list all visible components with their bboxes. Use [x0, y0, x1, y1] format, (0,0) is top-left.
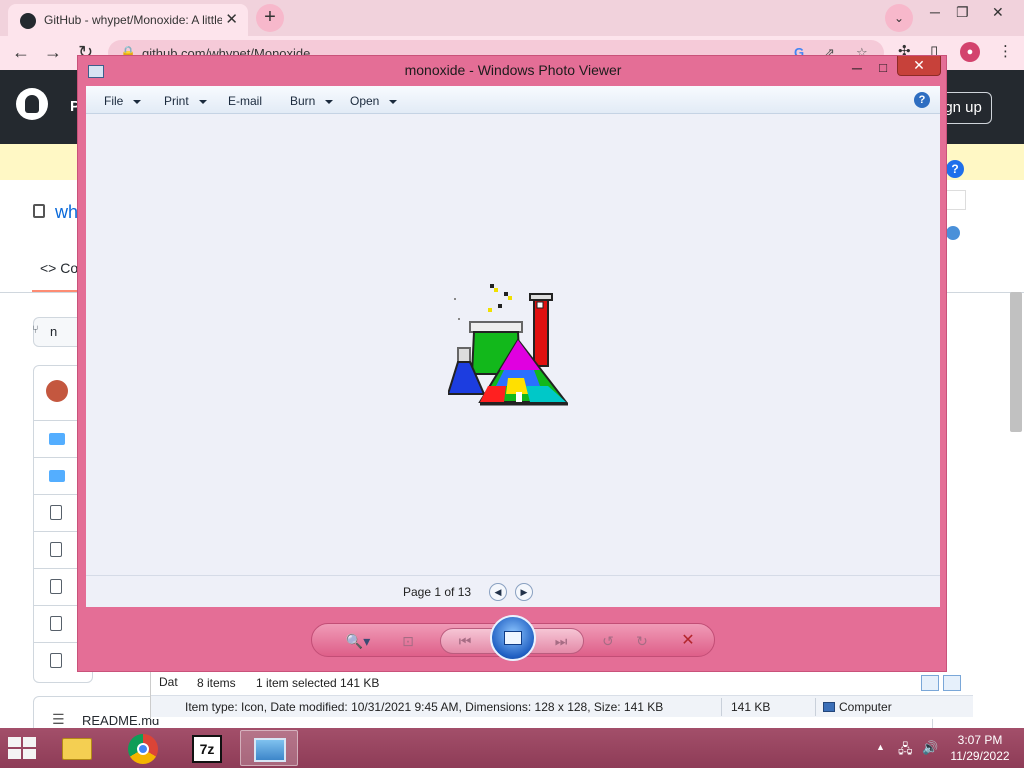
menu-open[interactable]: Open: [350, 94, 398, 108]
taskbar-file-explorer[interactable]: [48, 730, 106, 766]
menu-file[interactable]: File: [104, 94, 142, 108]
photo-viewer-window: monoxide - Windows Photo Viewer ─ □ ✕ Fi…: [77, 55, 947, 672]
selection-info: 1 item selected 141 KB: [256, 676, 380, 690]
tab-search-button[interactable]: ⌄: [885, 4, 913, 32]
clock-time[interactable]: 3:07 PM: [944, 733, 1016, 747]
details-view-button[interactable]: [921, 675, 939, 691]
menu-print[interactable]: Print: [164, 94, 207, 108]
delete-icon[interactable]: ✕: [676, 631, 700, 651]
avatar[interactable]: [46, 380, 68, 402]
next-page-button[interactable]: ▶: [515, 583, 533, 601]
windows-logo-icon: [8, 737, 21, 747]
show-hidden-icons-button[interactable]: ▲: [876, 742, 885, 752]
repo-owner-link[interactable]: wh: [55, 202, 78, 223]
chrome-tab-github[interactable]: GitHub - whypet/Monoxide: A little ✕: [8, 4, 248, 36]
close-button[interactable]: ✕: [897, 56, 941, 76]
globe-icon: [946, 226, 960, 240]
repo-icon: [33, 204, 45, 218]
menu-burn[interactable]: Burn: [290, 94, 334, 108]
file-icon: [50, 505, 62, 520]
list-icon[interactable]: ☰: [52, 711, 65, 728]
taskbar-7zip[interactable]: 7z: [178, 730, 236, 766]
desktop-screen: GitHub - whypet/Monoxide: A little ✕ + ⌄…: [0, 0, 1024, 768]
branch-icon: ⑂: [32, 324, 39, 336]
file-icon: [50, 579, 62, 594]
chrome-menu-button[interactable]: ⋮: [998, 42, 1013, 60]
7zip-icon: 7z: [192, 735, 222, 763]
items-count: 8 items: [197, 676, 236, 690]
window-title: monoxide - Windows Photo Viewer: [404, 62, 622, 78]
explorer-status-bar: Dat 8 items 1 item selected 141 KB Item …: [150, 671, 973, 719]
tab-close-icon[interactable]: ✕: [225, 10, 238, 28]
folder-icon: [49, 470, 65, 482]
maximize-button[interactable]: □: [874, 60, 892, 76]
folder-icon: [49, 433, 65, 445]
clock-date[interactable]: 11/29/2022: [944, 749, 1016, 763]
page-scrollbar[interactable]: [1010, 292, 1022, 432]
profile-avatar-icon[interactable]: ●: [960, 42, 980, 62]
chrome-tab-strip: GitHub - whypet/Monoxide: A little ✕ + ⌄…: [0, 0, 1024, 36]
taskbar: 7z ▲ 🖧 🔊 3:07 PM 11/29/2022: [0, 728, 1024, 768]
computer-icon: [823, 702, 835, 712]
help-icon[interactable]: ?: [914, 92, 930, 108]
item-details: Item type: Icon, Date modified: 10/31/20…: [185, 700, 664, 714]
branch-label: n: [50, 324, 58, 339]
chrome-icon: [128, 734, 158, 764]
forward-button[interactable]: →: [44, 42, 62, 63]
start-button[interactable]: [8, 737, 36, 759]
image-canvas[interactable]: [86, 114, 940, 575]
column-header-date[interactable]: Dat: [159, 675, 178, 689]
explorer-details-row: Item type: Icon, Date modified: 10/31/20…: [151, 695, 973, 717]
new-tab-button[interactable]: +: [256, 4, 284, 32]
taskbar-chrome[interactable]: [114, 730, 172, 766]
readme-title[interactable]: README.md: [82, 713, 159, 728]
rotate-clockwise-icon[interactable]: ↻: [630, 631, 654, 651]
minimize-button[interactable]: ─: [848, 60, 866, 76]
back-button[interactable]: ←: [12, 42, 30, 63]
file-icon: [50, 616, 62, 631]
file-icon: [50, 542, 62, 557]
tab-title: GitHub - whypet/Monoxide: A little: [44, 13, 222, 27]
previous-page-button[interactable]: ◀: [489, 583, 507, 601]
photo-viewer-menubar: File Print E-mail Burn Open ?: [86, 86, 940, 114]
page-navigation-bar: Page 1 of 13 ◀ ▶: [86, 575, 940, 607]
slideshow-button[interactable]: [490, 615, 536, 661]
separator: [721, 698, 722, 716]
page-status: Page 1 of 13: [403, 585, 472, 599]
tab-code[interactable]: <> Co: [40, 260, 78, 276]
chevron-down-icon: [325, 99, 334, 104]
chevron-down-icon: [133, 99, 142, 104]
taskbar-photo-viewer[interactable]: [240, 730, 298, 766]
photo-viewer-icon: [254, 738, 286, 762]
zoom-icon[interactable]: 🔍▾: [342, 631, 374, 651]
menu-email[interactable]: E-mail: [228, 94, 262, 108]
github-logo-icon[interactable]: [16, 88, 48, 120]
chrome-restore-button[interactable]: ❐: [956, 4, 969, 21]
github-favicon-icon: [20, 13, 36, 29]
rotate-counterclockwise-icon[interactable]: ↺: [596, 631, 620, 651]
next-button[interactable]: ⏭: [549, 631, 573, 651]
folder-icon: [62, 738, 92, 760]
playback-controls: 🔍▾ ⊡ ⏮ ⏭ ↺ ↻ ✕: [311, 615, 715, 661]
previous-button[interactable]: ⏮: [453, 631, 477, 651]
volume-icon[interactable]: 🔊: [922, 740, 938, 756]
file-icon: [50, 653, 62, 668]
chrome-minimize-button[interactable]: ─: [930, 4, 940, 20]
network-icon[interactable]: 🖧: [898, 740, 913, 762]
large-icons-view-button[interactable]: [943, 675, 961, 691]
github-side-control[interactable]: [946, 190, 966, 210]
location-label: Computer: [839, 700, 892, 714]
chevron-down-icon: [389, 99, 398, 104]
chevron-down-icon: [198, 99, 207, 104]
help-icon[interactable]: ?: [946, 160, 964, 178]
item-size: 141 KB: [731, 700, 771, 714]
flask-chemistry-icon: [448, 284, 568, 406]
actual-size-icon[interactable]: ⊡: [396, 631, 420, 651]
chrome-close-button[interactable]: ✕: [992, 4, 1004, 21]
slideshow-icon: [504, 631, 522, 645]
separator: [815, 698, 816, 716]
